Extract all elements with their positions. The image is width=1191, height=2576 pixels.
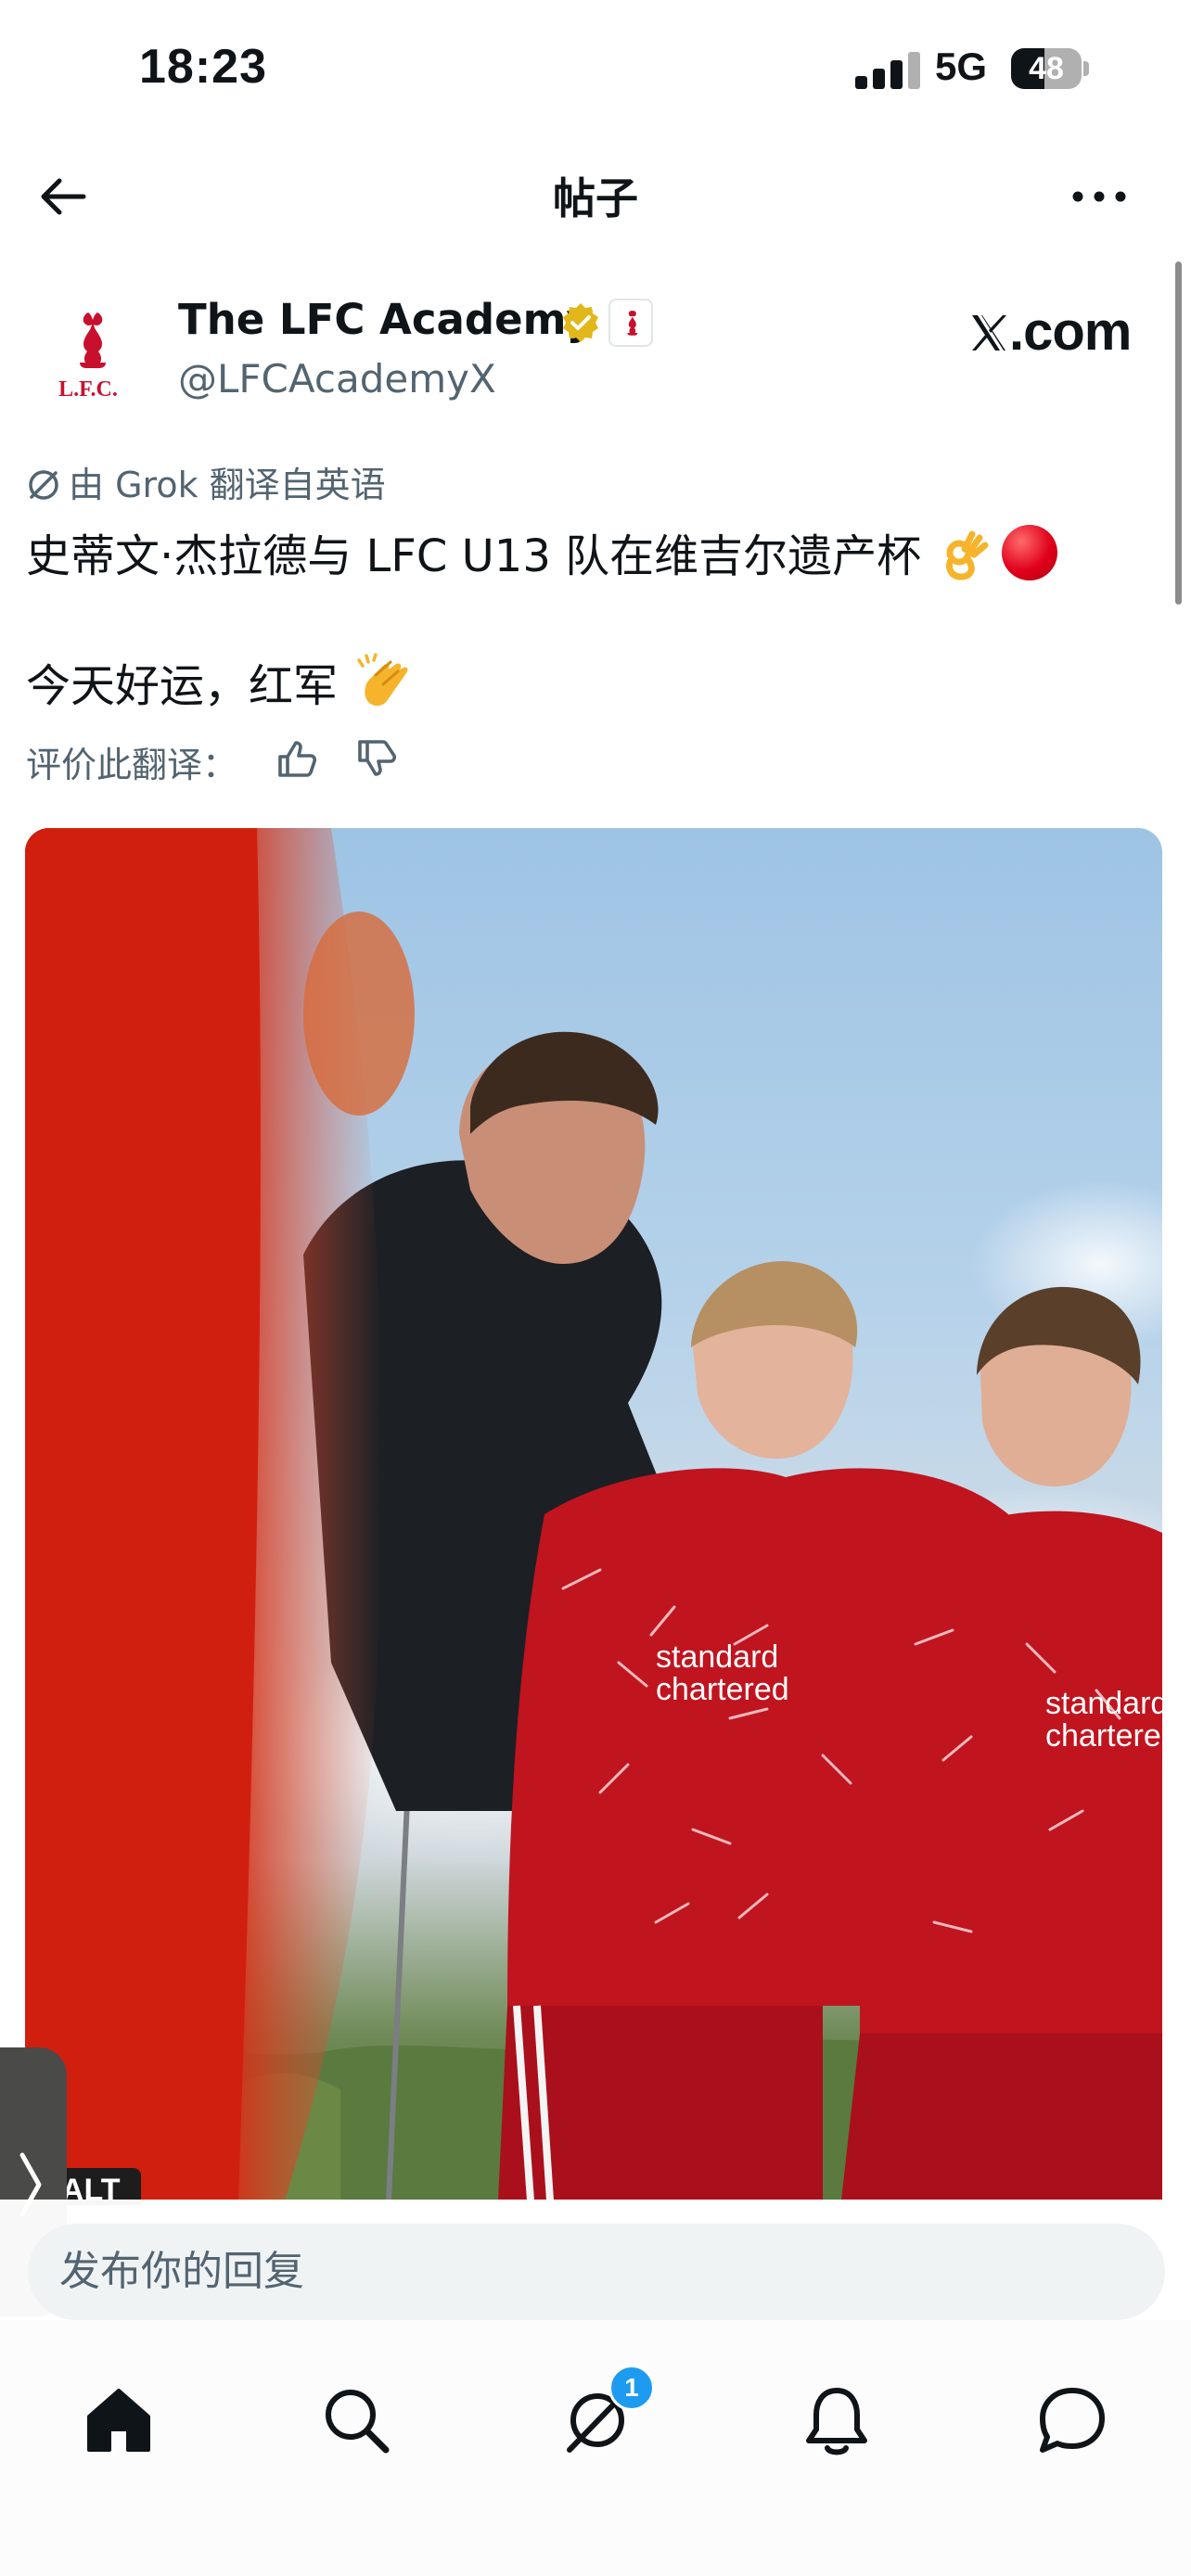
more-options-icon[interactable] bbox=[1067, 169, 1132, 224]
translation-note: 由 Grok 翻译自英语 bbox=[26, 456, 386, 507]
clapping-hands-emoji-icon bbox=[357, 653, 408, 707]
author-name[interactable]: The LFC Academy bbox=[178, 295, 594, 344]
reply-input[interactable]: 发布你的回复 bbox=[28, 2224, 1165, 2320]
svg-text:charterec: charterec bbox=[1045, 1718, 1162, 1753]
tweet-photo[interactable]: standard chartered standard charterec bbox=[25, 828, 1162, 2200]
scrollbar[interactable] bbox=[1175, 261, 1182, 605]
affiliate-badge-icon[interactable] bbox=[608, 299, 653, 347]
shirt-sponsor-text: standard bbox=[656, 1639, 778, 1675]
battery-icon: 48 bbox=[1011, 48, 1089, 89]
rate-translation-label: 评价此翻译： bbox=[26, 745, 238, 785]
tweet-text-line-2: 今天好运，红军 bbox=[26, 649, 415, 714]
notifications-icon[interactable] bbox=[800, 2383, 874, 2457]
top-nav: 帖子 bbox=[0, 148, 1191, 241]
messages-icon[interactable] bbox=[1035, 2383, 1109, 2457]
tweet-text: 史蒂文·杰拉德与 LFC U13 队在维吉尔遗产杯 bbox=[26, 530, 922, 582]
clock: 18:23 bbox=[139, 40, 267, 94]
svg-text:standard: standard bbox=[1045, 1686, 1162, 1721]
avatar[interactable]: L.F.C. bbox=[37, 292, 139, 403]
search-icon[interactable] bbox=[319, 2383, 393, 2457]
svg-text:chartered: chartered bbox=[656, 1672, 789, 1707]
home-icon[interactable] bbox=[82, 2383, 156, 2457]
verified-badge-icon bbox=[563, 303, 598, 342]
photo-illustration: standard chartered standard charterec bbox=[25, 828, 1162, 2200]
tweet-text-2: 今天好运，红军 bbox=[26, 660, 339, 712]
thumbs-down-icon[interactable] bbox=[354, 736, 399, 781]
signal-icon bbox=[855, 52, 920, 89]
x-logo-icon bbox=[972, 315, 1006, 351]
page-title: 帖子 bbox=[553, 173, 638, 223]
red-circle-emoji-icon bbox=[1002, 525, 1058, 580]
brand-text: .com bbox=[1009, 301, 1132, 362]
network-type: 5G bbox=[935, 45, 988, 88]
ok-hand-emoji-icon bbox=[946, 530, 989, 580]
svg-text:L.F.C.: L.F.C. bbox=[58, 377, 118, 402]
battery-level: 48 bbox=[1029, 51, 1064, 86]
notification-badge: 1 bbox=[608, 2365, 655, 2411]
status-bar: 18:23 5G 48 bbox=[0, 0, 1191, 139]
grok-icon bbox=[29, 470, 58, 500]
x-brand-logo: .com bbox=[968, 300, 1132, 363]
translation-note-text: 由 Grok 翻译自英语 bbox=[69, 465, 386, 505]
thumbs-up-icon[interactable] bbox=[275, 736, 319, 781]
tweet-text-line-1: 史蒂文·杰拉德与 LFC U13 队在维吉尔遗产杯 bbox=[26, 519, 1058, 584]
author-handle[interactable]: @LFCAcademyX bbox=[178, 356, 496, 402]
